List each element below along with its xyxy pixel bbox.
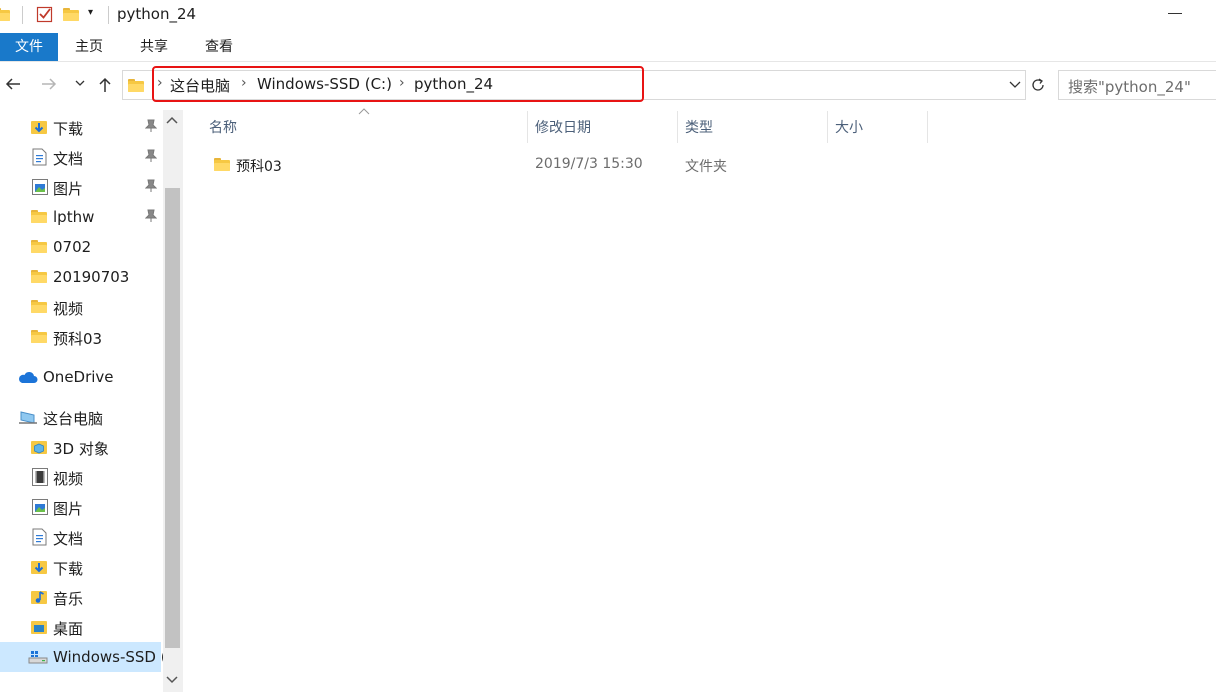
column-header-name[interactable]: 名称 [209,117,237,137]
download-icon [31,119,48,135]
sidebar-item-label: OneDrive [43,368,114,386]
sidebar-item-videos[interactable]: 视频 [0,462,160,492]
folder-icon [31,330,47,343]
sidebar-item-label: 预科03 [53,330,103,348]
sidebar-item-label: 图片 [53,500,84,518]
refresh-icon[interactable] [1030,77,1046,93]
folder-icon [0,8,10,21]
folder-icon [31,270,47,283]
sidebar-item-0702[interactable]: 0702 [0,232,160,262]
sort-ascending-icon [358,108,370,115]
folder-icon [31,210,47,223]
column-header-size[interactable]: 大小 [835,117,863,137]
sidebar-item-label: 3D 对象 [53,440,109,458]
document-icon [32,148,48,166]
folder-icon [214,158,230,171]
cloud-icon [17,371,38,384]
pin-icon[interactable] [145,179,157,193]
sidebar-item-pictures-pc[interactable]: 图片 [0,492,160,522]
sidebar-item-label: 桌面 [53,620,84,638]
divider [108,6,109,24]
sidebar-item-pictures[interactable]: 图片 [0,172,160,202]
music-icon [31,589,48,605]
sidebar-item-label: 视频 [53,300,84,318]
document-icon [32,528,48,546]
sidebar-item-windows-ssd[interactable]: Windows-SSD ( [0,642,167,672]
ribbon [0,33,1216,62]
new-folder-icon[interactable] [63,8,79,21]
tab-view[interactable]: 查看 [205,33,233,61]
sidebar-item-onedrive[interactable]: OneDrive [0,362,160,392]
sidebar-item-label: 图片 [53,180,84,198]
tab-file[interactable]: 文件 [0,33,58,61]
pin-icon[interactable] [145,209,157,223]
tab-share[interactable]: 共享 [140,33,168,61]
column-divider[interactable] [927,111,928,143]
download-icon [31,559,48,575]
forward-arrow-icon[interactable] [40,76,58,92]
minimize-icon[interactable] [1168,13,1182,14]
sidebar-item-label: 下载 [53,560,84,578]
sidebar-item-label: 文档 [53,150,84,168]
sidebar-item-documents[interactable]: 文档 [0,142,160,172]
picture-icon [32,499,48,515]
sidebar-item-downloads-pc[interactable]: 下载 [0,552,160,582]
sidebar-item-this-pc[interactable]: 这台电脑 [0,402,160,432]
sidebar-item-label: 音乐 [53,590,84,608]
folder-icon [31,300,47,313]
column-header-type[interactable]: 类型 [685,117,713,137]
sidebar-item-desktop[interactable]: 桌面 [0,612,160,642]
scrollbar-thumb[interactable] [165,188,180,648]
picture-icon [32,179,48,195]
tab-home[interactable]: 主页 [75,33,103,61]
properties-icon[interactable] [36,5,54,23]
search-placeholder: 搜索"python_24" [1068,78,1191,96]
folder-icon [128,79,144,92]
up-arrow-icon[interactable] [97,76,113,94]
drive-icon [28,649,48,665]
sidebar-item-downloads[interactable]: 下载 [0,112,160,142]
file-modified: 2019/7/3 15:30 [535,156,643,172]
sidebar-item-label: 这台电脑 [43,410,104,428]
sidebar-item-label: 0702 [53,238,92,256]
video-icon [32,468,48,486]
column-divider[interactable] [677,111,678,143]
divider [22,6,23,24]
sidebar-item-label: 20190703 [53,268,130,286]
pin-icon[interactable] [145,149,157,163]
pin-icon[interactable] [145,119,157,133]
back-arrow-icon[interactable] [4,76,22,92]
column-divider[interactable] [527,111,528,143]
scroll-up-icon[interactable] [166,116,178,124]
sidebar-item-label: 文档 [53,530,84,548]
pane-divider [182,110,183,692]
sidebar-item-label: 下载 [53,120,84,138]
window-title: python_24 [117,5,197,23]
sidebar-item-label: Windows-SSD ( [53,648,167,666]
recent-locations-dropdown-icon[interactable] [75,78,85,88]
sidebar-item-videos-quick[interactable]: 视频 [0,292,160,322]
address-dropdown-icon[interactable] [1009,80,1021,90]
folder-icon [31,240,47,253]
computer-icon [18,410,38,426]
column-divider[interactable] [827,111,828,143]
file-name: 预科03 [236,159,282,175]
column-header-modified[interactable]: 修改日期 [535,117,591,137]
sidebar-item-yuke03[interactable]: 预科03 [0,322,160,352]
sidebar-item-20190703[interactable]: 20190703 [0,262,160,292]
sidebar-item-documents-pc[interactable]: 文档 [0,522,160,552]
scroll-down-icon[interactable] [166,676,178,684]
sidebar-item-music[interactable]: 音乐 [0,582,160,612]
file-type: 文件夹 [685,159,727,175]
sidebar-item-3d-objects[interactable]: 3D 对象 [0,432,160,462]
sidebar-item-label: 视频 [53,470,84,488]
table-row[interactable]: 预科03 2019/7/3 15:30 文件夹 [190,150,930,180]
3d-objects-icon [31,439,48,455]
sidebar-item-lpthw[interactable]: lpthw [0,202,160,232]
customize-toolbar-dropdown-icon[interactable]: ▾ [88,7,93,18]
desktop-icon [31,619,48,635]
sidebar-item-label: lpthw [53,208,95,226]
annotation-highlight-box [152,66,644,102]
